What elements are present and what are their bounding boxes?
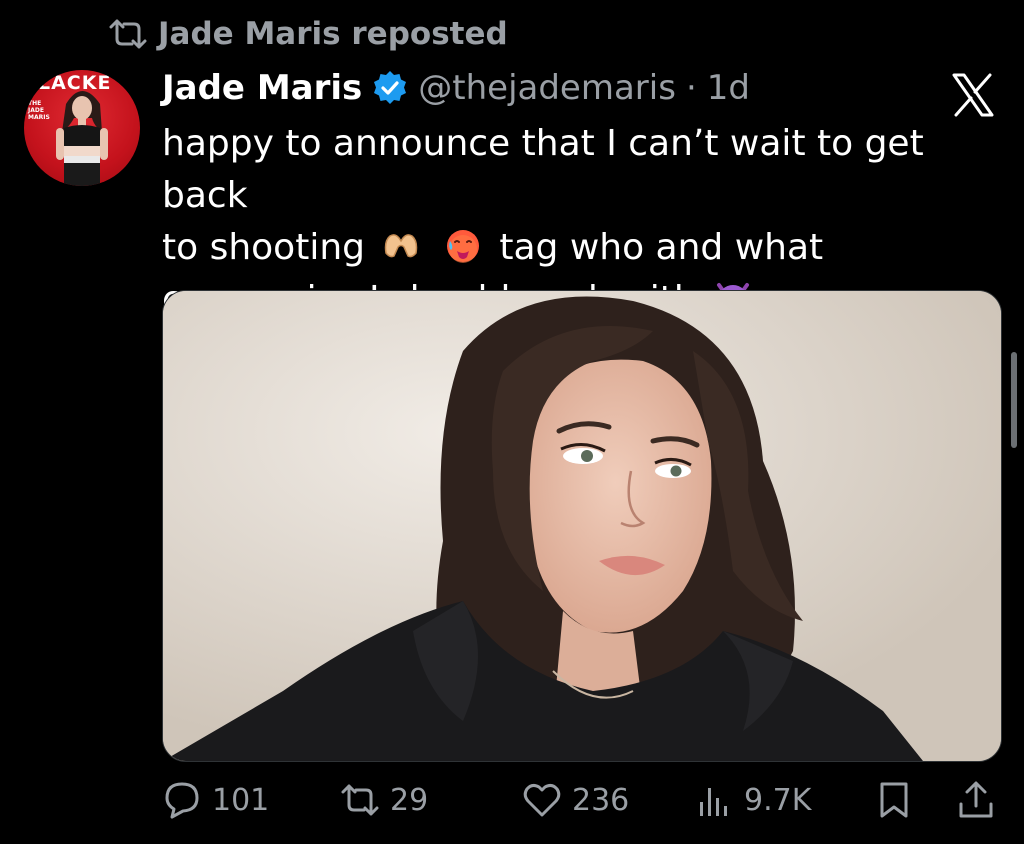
- tweet-text-line: to shooting tag who and what: [162, 222, 1002, 274]
- like-count: 236: [572, 782, 630, 818]
- tweet-media-photo[interactable]: [162, 290, 1002, 762]
- reply-icon: [165, 782, 199, 819]
- heart-hands-emoji-icon: [385, 234, 418, 258]
- share-icon: [959, 781, 993, 818]
- reply-count: 101: [212, 782, 270, 818]
- views-button[interactable]: 9.7K: [694, 780, 811, 820]
- verified-badge-icon: [374, 71, 407, 104]
- heart-icon: [523, 783, 561, 817]
- repost-count: 29: [390, 782, 429, 818]
- repost-button[interactable]: 29: [340, 780, 428, 820]
- tweet-text-line: happy to announce that I can’t wait to g…: [162, 123, 924, 216]
- scrollbar-thumb[interactable]: [1011, 352, 1017, 448]
- tweet-action-bar: 101 29 236 9.7K: [0, 780, 1024, 832]
- analytics-icon: [700, 788, 727, 816]
- bookmark-icon: [880, 782, 908, 818]
- tweet-header: Jade Maris @thejademaris · 1d: [162, 68, 750, 108]
- bookmark-button[interactable]: [874, 780, 914, 820]
- repost-label: Jade Maris reposted: [158, 16, 508, 52]
- like-button[interactable]: 236: [522, 780, 629, 820]
- header-separator: ·: [685, 68, 697, 108]
- x-logo-icon[interactable]: [948, 70, 998, 120]
- photo-portrait-image: [163, 291, 1001, 761]
- share-button[interactable]: [956, 780, 996, 820]
- hot-face-emoji-icon: [446, 230, 479, 263]
- reply-button[interactable]: 101: [162, 780, 269, 820]
- repost-icon: [341, 784, 379, 816]
- author-handle[interactable]: @thejademaris: [418, 68, 676, 108]
- tweet-text-segment: tag who and what: [499, 227, 824, 268]
- repost-icon: [109, 19, 147, 49]
- author-display-name[interactable]: Jade Maris: [162, 68, 362, 108]
- tweet-text-segment: to shooting: [162, 227, 365, 268]
- tweet-timestamp[interactable]: 1d: [707, 68, 750, 108]
- avatar[interactable]: LACKE THE JADE MARIS: [24, 70, 140, 186]
- repost-indicator[interactable]: Jade Maris reposted: [108, 16, 508, 52]
- views-count: 9.7K: [744, 782, 812, 818]
- avatar-figure: [56, 91, 108, 186]
